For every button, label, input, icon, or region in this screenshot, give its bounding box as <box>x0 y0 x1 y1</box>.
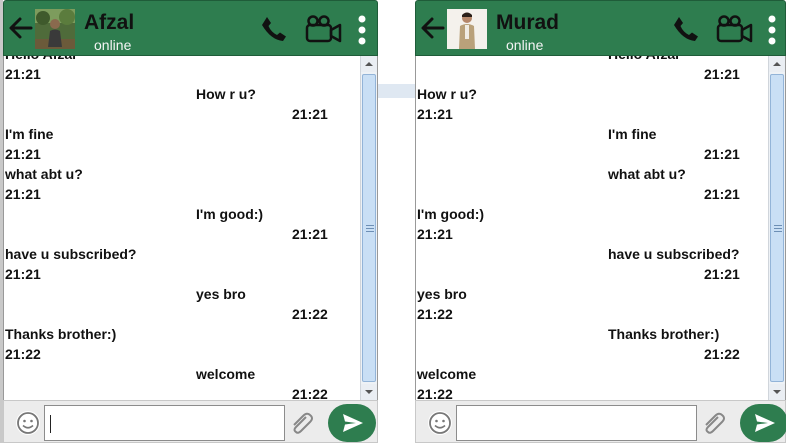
emoji-icon[interactable] <box>428 411 452 435</box>
message-timestamp: 21:21 <box>292 226 328 242</box>
message-text: yes bro <box>417 286 467 302</box>
message-text: what abt u? <box>5 166 83 182</box>
avatar[interactable] <box>447 9 487 49</box>
scroll-thumb[interactable] <box>362 74 376 382</box>
back-arrow-icon[interactable] <box>420 15 446 41</box>
message-timestamp: 21:21 <box>292 106 328 122</box>
contact-status: online <box>506 37 544 53</box>
chat-window-afzal: Afzal online Hello Afzal 21:21 How r u? 21:… <box>3 0 378 443</box>
scroll-up-button[interactable] <box>769 56 785 72</box>
more-vertical-icon[interactable] <box>356 15 368 45</box>
message-text: Hello Afzal <box>4 56 359 64</box>
scroll-up-button[interactable] <box>361 56 377 72</box>
contact-status: online <box>94 37 132 53</box>
contact-name: Afzal <box>84 11 135 34</box>
message-text: welcome <box>196 366 256 382</box>
composer <box>3 400 378 443</box>
back-arrow-icon[interactable] <box>8 15 34 41</box>
scroll-thumb[interactable] <box>770 74 784 382</box>
message-text: have u subscribed? <box>608 246 740 262</box>
video-camera-icon[interactable] <box>716 15 754 43</box>
scrollbar[interactable] <box>768 56 785 400</box>
message-timestamp: 21:21 <box>704 146 740 162</box>
text-caret <box>50 415 51 433</box>
message-input[interactable] <box>44 405 285 441</box>
message-text: Thanks brother:) <box>608 326 720 342</box>
composer <box>415 400 786 443</box>
scroll-down-button[interactable] <box>769 384 785 400</box>
message-timestamp: 21:22 <box>417 386 453 400</box>
message-text: I'm fine <box>5 126 54 142</box>
message-text: yes bro <box>196 286 246 302</box>
message-timestamp: 21:21 <box>417 106 453 122</box>
message-timestamp: 21:21 <box>704 266 740 282</box>
message-text: How r u? <box>417 86 477 102</box>
message-input[interactable] <box>456 405 697 441</box>
message-timestamp: 21:21 <box>5 66 41 82</box>
message-timestamp: 21:22 <box>292 306 328 322</box>
send-icon <box>343 414 363 432</box>
message-text: I'm good:) <box>196 206 264 222</box>
message-text: have u subscribed? <box>5 246 137 262</box>
message-text: Hello Afzal <box>416 56 771 64</box>
message-timestamp: 21:21 <box>704 186 740 202</box>
stage: Afzal online Hello Afzal 21:21 How r u? 21:… <box>0 0 786 443</box>
scroll-down-button[interactable] <box>361 384 377 400</box>
messages-container: Hello Afzal 21:21 How r u? 21:21 I'm fine 21:… <box>4 56 359 400</box>
message-timestamp: 21:21 <box>704 66 740 82</box>
message-text: How r u? <box>196 86 256 102</box>
phone-icon[interactable] <box>260 15 288 43</box>
message-text: what abt u? <box>608 166 686 182</box>
emoji-icon[interactable] <box>16 411 40 435</box>
send-icon <box>755 414 775 432</box>
chat-header: Afzal online <box>3 0 378 56</box>
scrollbar[interactable] <box>360 56 377 400</box>
message-timestamp: 21:22 <box>417 306 453 322</box>
messages-container: Hello Afzal 21:21 How r u? 21:21 I'm fine 21:… <box>416 56 771 400</box>
paperclip-icon[interactable] <box>286 409 316 439</box>
message-timestamp: 21:21 <box>5 186 41 202</box>
message-text: I'm good:) <box>417 206 485 222</box>
phone-icon[interactable] <box>672 15 700 43</box>
background-strip <box>376 84 416 98</box>
message-list[interactable]: Hello Afzal 21:21 How r u? 21:21 I'm fine 21:… <box>3 56 378 400</box>
chat-header: Murad online <box>415 0 786 56</box>
message-list[interactable]: Hello Afzal 21:21 How r u? 21:21 I'm fine 21:… <box>415 56 786 400</box>
message-timestamp: 21:22 <box>5 346 41 362</box>
contact-name: Murad <box>496 11 559 34</box>
paperclip-icon[interactable] <box>698 409 728 439</box>
avatar[interactable] <box>35 9 75 49</box>
message-timestamp: 21:21 <box>417 226 453 242</box>
message-timestamp: 21:22 <box>704 346 740 362</box>
more-vertical-icon[interactable] <box>766 15 778 45</box>
video-camera-icon[interactable] <box>305 15 343 43</box>
message-text: Thanks brother:) <box>5 326 117 342</box>
message-text: welcome <box>417 366 477 382</box>
message-timestamp: 21:22 <box>292 386 328 400</box>
message-text: I'm fine <box>608 126 657 142</box>
send-button[interactable] <box>740 404 786 442</box>
chat-window-murad: Murad online Hello Afzal 21:21 How r u? 21:… <box>415 0 786 443</box>
message-timestamp: 21:21 <box>5 266 41 282</box>
send-button[interactable] <box>328 404 376 442</box>
message-timestamp: 21:21 <box>5 146 41 162</box>
